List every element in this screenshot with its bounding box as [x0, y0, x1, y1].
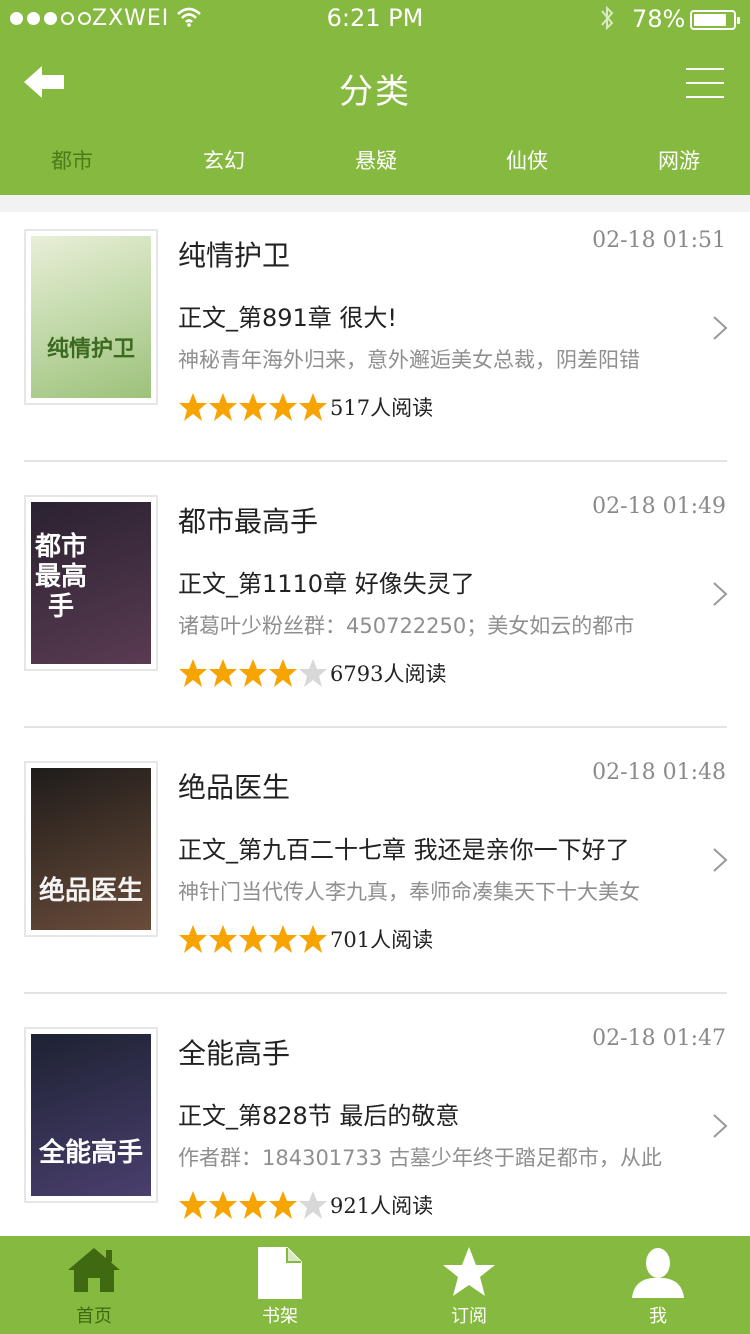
divider: [24, 726, 727, 728]
star-filled-icon: [178, 924, 208, 954]
update-time: 02-18 01:49: [592, 494, 726, 519]
latest-chapter: 正文_第828节 最后的敬意: [178, 1102, 460, 1130]
tab-home-label: 首页: [76, 1306, 112, 1327]
star-filled-icon: [208, 392, 238, 422]
read-count: 701人阅读: [330, 928, 434, 952]
page-title: 分类: [339, 72, 411, 112]
rating: 921人阅读: [178, 1190, 433, 1220]
read-count: 517人阅读: [330, 396, 434, 420]
rating: 517人阅读: [178, 392, 433, 422]
star-rating: [178, 392, 328, 422]
star-filled-icon: [268, 924, 298, 954]
book-item[interactable]: 都市最高手 都市最高手 02-18 01:49 正文_第1110章 好像失灵了 …: [0, 478, 750, 744]
star-filled-icon: [238, 392, 268, 422]
star-filled-icon: [298, 924, 328, 954]
chevron-right-icon: [710, 847, 730, 873]
book-item[interactable]: 绝品医生 绝品医生 02-18 01:48 正文_第九百二十七章 我还是亲你一下…: [0, 744, 750, 1010]
star-rating: [178, 924, 328, 954]
book-description: 神秘青年海外归来，意外邂逅美女总裁，阴差阳错: [178, 348, 640, 372]
status-bar: ZXWEI 6:21 PM 78%: [0, 0, 750, 40]
latest-chapter: 正文_第1110章 好像失灵了: [178, 570, 475, 598]
tab-xuanhuan[interactable]: 玄幻: [164, 145, 284, 175]
star-icon: [442, 1246, 496, 1302]
cover-title: 全能高手: [38, 1138, 143, 1168]
chevron-right-icon: [710, 581, 730, 607]
tab-subscribe[interactable]: 订阅: [394, 1236, 544, 1334]
star-filled-icon: [208, 658, 238, 688]
book-description: 作者群：184301733 古墓少年终于踏足都市，从此: [178, 1146, 662, 1170]
star-rating: [178, 658, 328, 688]
star-empty-icon: [298, 1190, 328, 1220]
bookshelf-icon: [257, 1246, 303, 1304]
tab-home[interactable]: 首页: [19, 1236, 169, 1334]
home-icon: [66, 1246, 122, 1298]
bluetooth-icon: [598, 4, 616, 38]
star-filled-icon: [178, 392, 208, 422]
book-cover: 纯情护卫: [24, 229, 158, 405]
star-filled-icon: [208, 924, 238, 954]
hamburger-menu-icon[interactable]: [686, 66, 724, 100]
book-list: 纯情护卫 纯情护卫 02-18 01:51 正文_第891章 很大! 神秘青年海…: [0, 212, 750, 1236]
book-description: 诸葛叶少粉丝群：450722250；美女如云的都市: [178, 614, 635, 638]
cover-title: 都市最高手: [34, 532, 87, 622]
rating: 701人阅读: [178, 924, 433, 954]
read-count: 921人阅读: [330, 1194, 434, 1218]
tab-subscribe-label: 订阅: [451, 1306, 487, 1327]
divider: [24, 992, 727, 994]
cover-title: 绝品医生: [38, 876, 143, 906]
star-filled-icon: [268, 1190, 298, 1220]
book-title: 绝品医生: [178, 771, 291, 804]
book-title: 全能高手: [178, 1037, 291, 1070]
book-title: 纯情护卫: [178, 239, 291, 272]
battery-percent: 78%: [632, 5, 686, 33]
book-title: 都市最高手: [178, 505, 319, 538]
star-filled-icon: [298, 392, 328, 422]
rating: 6793人阅读: [178, 658, 446, 688]
nav-bar: 分类: [0, 44, 750, 124]
user-icon: [630, 1246, 686, 1304]
tab-wangyou[interactable]: 网游: [619, 145, 739, 175]
book-description: 神针门当代传人李九真，奉师命凑集天下十大美女: [178, 880, 640, 904]
divider: [24, 460, 727, 462]
latest-chapter: 正文_第九百二十七章 我还是亲你一下好了: [178, 836, 630, 864]
top-bar: ZXWEI 6:21 PM 78% 分类 都市 玄幻 悬疑 仙侠 网游: [0, 0, 750, 195]
star-filled-icon: [208, 1190, 238, 1220]
battery-icon: [690, 10, 740, 30]
tab-bar: 首页 书架 订阅 我: [0, 1236, 750, 1334]
star-filled-icon: [268, 658, 298, 688]
star-filled-icon: [238, 924, 268, 954]
book-item[interactable]: 全能高手 全能高手 02-18 01:47 正文_第828节 最后的敬意 作者群…: [0, 1010, 750, 1236]
tab-dushi[interactable]: 都市: [12, 145, 132, 175]
tab-xianxia[interactable]: 仙侠: [467, 145, 587, 175]
tab-bookshelf-label: 书架: [262, 1306, 298, 1327]
star-rating: [178, 1190, 328, 1220]
star-filled-icon: [238, 1190, 268, 1220]
star-empty-icon: [298, 658, 328, 688]
star-filled-icon: [268, 392, 298, 422]
star-filled-icon: [178, 1190, 208, 1220]
book-cover: 全能高手: [24, 1027, 158, 1203]
tab-me-label: 我: [649, 1306, 667, 1327]
book-item[interactable]: 纯情护卫 纯情护卫 02-18 01:51 正文_第891章 很大! 神秘青年海…: [0, 212, 750, 478]
book-cover: 都市最高手: [24, 495, 158, 671]
tab-me[interactable]: 我: [583, 1236, 733, 1334]
star-filled-icon: [178, 658, 208, 688]
update-time: 02-18 01:48: [592, 760, 726, 785]
tab-bookshelf[interactable]: 书架: [205, 1236, 355, 1334]
back-arrow-icon[interactable]: [22, 64, 66, 100]
star-filled-icon: [238, 658, 268, 688]
read-count: 6793人阅读: [330, 662, 447, 686]
chevron-right-icon: [710, 315, 730, 341]
cover-title: 纯情护卫: [46, 337, 135, 362]
chevron-right-icon: [710, 1113, 730, 1139]
tab-xuanyi[interactable]: 悬疑: [316, 145, 436, 175]
category-tabs: 都市 玄幻 悬疑 仙侠 网游: [0, 145, 750, 185]
book-cover: 绝品医生: [24, 761, 158, 937]
update-time: 02-18 01:51: [592, 228, 726, 253]
latest-chapter: 正文_第891章 很大!: [178, 304, 398, 332]
update-time: 02-18 01:47: [592, 1026, 726, 1051]
